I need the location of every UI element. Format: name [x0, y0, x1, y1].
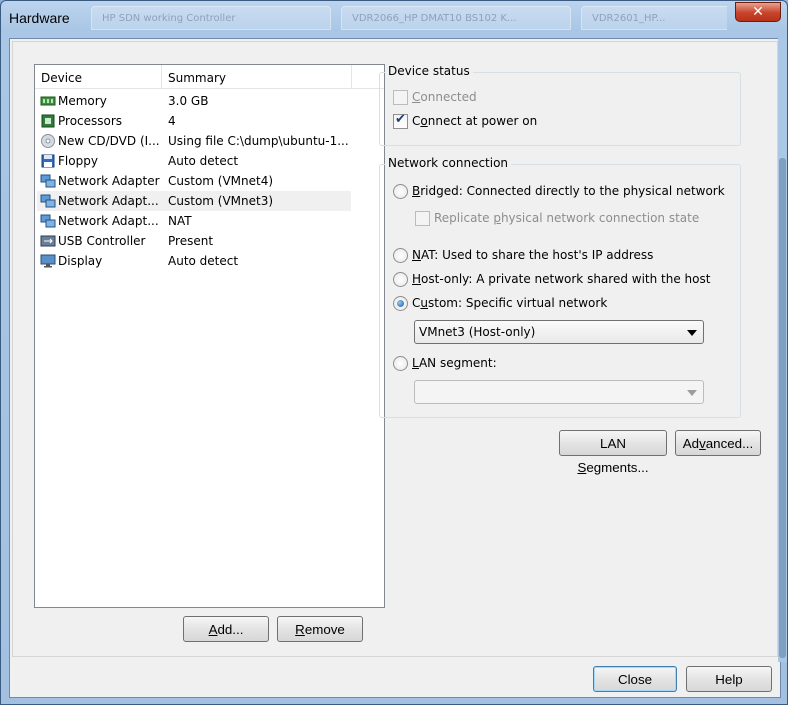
add-button[interactable]: Add... [183, 616, 269, 642]
background-tab: VDR2601_HP... [581, 6, 727, 30]
device-name: Floppy [58, 154, 98, 168]
hardware-panel: Device Summary Memory 3.0 GB Processors 4 Ne… [12, 41, 778, 657]
lan-segment-radio[interactable] [393, 356, 408, 371]
connected-checkbox[interactable] [393, 90, 408, 105]
close-button[interactable]: Close [593, 666, 677, 692]
device-name: Processors [58, 114, 123, 128]
help-button[interactable]: Help [686, 666, 772, 692]
title-bar[interactable]: Hardware HP SDN working Controller VDR20… [1, 1, 787, 37]
hardware-window: Hardware HP SDN working Controller VDR20… [0, 0, 788, 705]
device-summary: Custom (VMnet3) [168, 194, 274, 208]
device-summary: Custom (VMnet4) [168, 174, 274, 188]
connect-power-on-label: Connect at power on [412, 114, 538, 128]
device-row[interactable]: Network Adapt... NAT [37, 211, 351, 231]
chevron-down-icon [687, 390, 697, 396]
network-adapter-icon [40, 174, 56, 188]
lan-segment-label: LAN segment: [412, 356, 497, 370]
hostonly-label: Host-only: A private network shared with… [412, 272, 711, 286]
device-name: Memory [58, 94, 107, 108]
device-row[interactable]: Display Auto detect [37, 251, 351, 271]
dialog-client-area: Device Summary Memory 3.0 GB Processors 4 Ne… [9, 38, 781, 698]
device-summary: Auto detect [168, 154, 239, 168]
window-title: Hardware [9, 10, 70, 26]
device-summary: NAT [168, 214, 192, 228]
background-scrollbar [778, 38, 787, 662]
column-summary[interactable]: Summary [162, 65, 352, 89]
background-tab: HP SDN working Controller [91, 6, 331, 30]
device-name: Network Adapt... [58, 194, 159, 208]
device-name: USB Controller [58, 234, 146, 248]
background-taskbar-tabs: HP SDN working Controller VDR2066_HP DMA… [91, 3, 727, 31]
nat-radio[interactable] [393, 248, 408, 263]
custom-network-value: VMnet3 (Host-only) [419, 325, 536, 339]
processor-icon [40, 114, 56, 128]
device-status-group: Device status Connected ✔ Connect at pow… [379, 64, 741, 146]
custom-radio[interactable] [393, 296, 408, 311]
chevron-down-icon [687, 330, 697, 336]
network-adapter-icon [40, 214, 56, 228]
device-row[interactable]: Memory 3.0 GB [37, 91, 351, 111]
column-device[interactable]: Device [35, 65, 162, 89]
network-adapter-icon [40, 194, 56, 208]
device-row[interactable]: Network Adapter Custom (VMnet4) [37, 171, 351, 191]
device-name: Display [58, 254, 103, 268]
device-name: Network Adapt... [58, 214, 159, 228]
background-tab: VDR2066_HP DMAT10 BS102 K... [341, 6, 571, 30]
remove-button[interactable]: Remove [277, 616, 363, 642]
device-name: New CD/DVD (I... [58, 134, 160, 148]
device-summary: 3.0 GB [168, 94, 209, 108]
memory-icon [40, 94, 56, 108]
usb-icon [40, 234, 56, 248]
window-close-button[interactable]: ✕ [735, 2, 781, 22]
display-icon [40, 254, 56, 268]
connected-label: Connected [412, 90, 477, 104]
device-list[interactable]: Device Summary Memory 3.0 GB Processors 4 Ne… [34, 64, 385, 608]
device-name: Network Adapter [58, 174, 160, 188]
device-row[interactable]: USB Controller Present [37, 231, 351, 251]
device-summary: Auto detect [168, 254, 239, 268]
custom-network-select[interactable]: VMnet3 (Host-only) [414, 320, 704, 344]
floppy-icon [40, 154, 56, 168]
device-summary: Using file C:\dump\ubuntu-1... [168, 134, 349, 148]
close-icon: ✕ [752, 4, 764, 20]
bridged-radio[interactable] [393, 184, 408, 199]
device-list-header: Device Summary [35, 65, 384, 89]
device-row[interactable]: New CD/DVD (I... Using file C:\dump\ubunt… [37, 131, 351, 151]
advanced-button[interactable]: Advanced... [675, 430, 761, 456]
hostonly-radio[interactable] [393, 272, 408, 287]
lan-segments-button[interactable]: LAN Segments... [559, 430, 667, 475]
replicate-label: Replicate physical network connection st… [434, 211, 700, 225]
nat-label: NAT: Used to share the host's IP address [412, 248, 654, 262]
device-summary: Present [168, 234, 214, 248]
scrollbar-thumb [779, 158, 786, 658]
replicate-checkbox[interactable] [415, 211, 430, 226]
cd-dvd-icon [40, 134, 56, 148]
device-row[interactable]: Network Adapt... Custom (VMnet3) [37, 191, 351, 211]
network-connection-title: Network connection [385, 156, 512, 170]
bridged-label: Bridged: Connected directly to the physi… [412, 184, 725, 198]
device-row[interactable]: Floppy Auto detect [37, 151, 351, 171]
device-row[interactable]: Processors 4 [37, 111, 351, 131]
device-status-title: Device status [385, 64, 473, 78]
network-connection-group: Network connection Bridged: Connected di… [379, 156, 741, 418]
lan-segment-select[interactable] [414, 380, 704, 404]
custom-label: Custom: Specific virtual network [412, 296, 608, 310]
radio-selected-dot [397, 300, 404, 307]
device-summary: 4 [168, 114, 176, 128]
connect-power-on-checkbox[interactable]: ✔ [393, 112, 408, 129]
checkmark-icon: ✔ [395, 112, 406, 127]
